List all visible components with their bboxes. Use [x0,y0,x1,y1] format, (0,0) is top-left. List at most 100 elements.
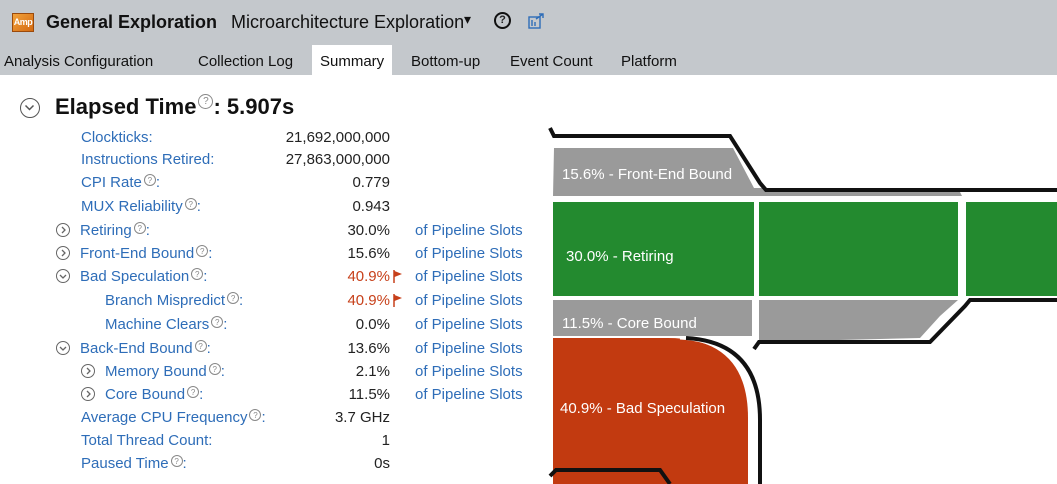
metric-row: Back-End Bound?: 13.6% of Pipeline Slots [0,340,540,360]
metric-unit: of Pipeline Slots [415,316,523,333]
metric-label-branch-mispredict[interactable]: Branch Mispredict?: [105,292,243,309]
help-icon[interactable]: ? [227,292,240,304]
core-bound-segment-right[interactable] [759,300,958,342]
metric-row: Branch Mispredict?: 40.9% of Pipeline Sl… [0,292,540,312]
metric-value: 0.0% [355,316,390,333]
metric-unit: of Pipeline Slots [415,386,523,403]
tab-analysis-configuration[interactable]: Analysis Configuration [4,45,153,75]
metric-row: Memory Bound?: 2.1% of Pipeline Slots [0,363,540,383]
help-icon[interactable]: ? [133,222,146,234]
metric-value: 30.0% [347,222,390,239]
metric-row: Retiring?: 30.0% of Pipeline Slots [0,222,540,242]
expand-icon[interactable] [56,246,70,260]
metric-label-clockticks[interactable]: Clockticks: [81,129,153,146]
help-icon[interactable]: ? [187,386,200,398]
metric-value: 0.943 [352,198,390,215]
metric-value: 0s [374,455,390,472]
help-icon[interactable]: ? [194,340,207,352]
metric-label-average-cpu-frequency[interactable]: Average CPU Frequency?: [81,409,266,426]
help-icon[interactable]: ? [184,198,197,210]
metric-unit: of Pipeline Slots [415,363,523,380]
bad-speculation-label: 40.9% - Bad Speculation [560,400,726,417]
help-icon[interactable]: ? [191,268,204,280]
metric-label-bad-speculation[interactable]: Bad Speculation?: [80,268,207,285]
metric-label-instructions-retired[interactable]: Instructions Retired: [81,151,214,168]
metric-value: 0.779 [352,174,390,191]
help-icon[interactable]: ? [494,12,511,29]
metric-label-memory-bound[interactable]: Memory Bound?: [105,363,225,380]
metric-row: Instructions Retired: 27,863,000,000 [0,151,540,171]
collapse-elapsed-icon[interactable] [20,98,40,118]
metric-value: 21,692,000,000 [285,129,390,146]
metric-value: 15.6% [347,245,390,262]
help-icon[interactable]: ? [196,245,209,257]
expand-icon[interactable] [81,364,95,378]
metric-label-machine-clears[interactable]: Machine Clears?: [105,316,227,333]
analysis-title: General Exploration [46,12,218,32]
flag-icon [393,294,402,307]
collapse-icon[interactable] [56,269,70,283]
help-icon[interactable]: ? [249,409,262,421]
metric-value: 11.5% [348,386,390,403]
metric-unit: of Pipeline Slots [415,268,523,285]
metric-row: MUX Reliability?: 0.943 [0,198,540,218]
tab-bottom-up[interactable]: Bottom-up [411,45,480,75]
pipeline-slots-diagram: 15.6% - Front-End Bound 30.0% - Retiring… [540,120,1057,484]
tab-collection-log[interactable]: Collection Log [198,45,293,75]
metric-value-alert: 40.9% [347,268,390,285]
elapsed-time-heading: Elapsed Time?: 5.907s [55,94,294,120]
metric-label-core-bound[interactable]: Core Bound?: [105,386,203,403]
metric-value: 13.6% [347,340,390,357]
metric-row: Clockticks: 21,692,000,000 [0,129,540,149]
metric-label-back-end-bound[interactable]: Back-End Bound?: [80,340,211,357]
metric-row: Core Bound?: 11.5% of Pipeline Slots [0,386,540,406]
metric-unit: of Pipeline Slots [415,245,523,262]
core-bound-label: 11.5% - Core Bound [562,315,697,332]
collapse-icon[interactable] [56,341,70,355]
retiring-gap [754,196,759,300]
metric-label-paused-time[interactable]: Paused Time?: [81,455,187,472]
tab-bar: Analysis Configuration Collection Log Su… [0,45,1057,76]
help-icon[interactable]: ? [198,94,214,109]
expand-icon[interactable] [56,223,70,237]
metric-unit: of Pipeline Slots [415,340,523,357]
retiring-gap [958,196,966,300]
metric-row: Bad Speculation?: 40.9% of Pipeline Slot… [0,268,540,288]
metric-row: CPI Rate?: 0.779 [0,174,540,194]
export-icon[interactable] [527,12,545,30]
metric-label-front-end-bound[interactable]: Front-End Bound?: [80,245,212,262]
metric-value: 2.1% [355,363,390,380]
metric-label-cpi-rate[interactable]: CPI Rate?: [81,174,160,191]
metric-unit: of Pipeline Slots [415,292,523,309]
metric-row: Total Thread Count: 1 [0,432,540,452]
metric-row: Paused Time?: 0s [0,455,540,475]
help-icon[interactable]: ? [208,363,221,375]
retiring-label: 30.0% - Retiring [566,248,674,265]
elapsed-time-value: 5.907s [226,94,295,119]
help-icon[interactable]: ? [143,174,156,186]
flag-icon [393,270,402,283]
front-end-bound-label: 15.6% - Front-End Bound [562,166,733,183]
metric-row: Average CPU Frequency?: 3.7 GHz [0,409,540,429]
metric-row: Machine Clears?: 0.0% of Pipeline Slots [0,316,540,336]
metric-value: 27,863,000,000 [285,151,390,168]
analysis-type-dropdown[interactable]: Microarchitecture Exploration [231,12,464,33]
metric-value-alert: 40.9% [347,292,390,309]
chevron-down-icon[interactable]: ▾ [464,11,471,28]
metric-label-mux-reliability[interactable]: MUX Reliability?: [81,198,201,215]
metric-unit: of Pipeline Slots [415,222,523,239]
title-bar: Amp General Exploration Microarchitectur… [0,0,1057,45]
help-icon[interactable]: ? [170,455,183,467]
metric-row: Front-End Bound?: 15.6% of Pipeline Slot… [0,245,540,265]
metric-value: 3.7 GHz [334,409,390,426]
tab-platform[interactable]: Platform [621,45,677,75]
expand-icon[interactable] [81,387,95,401]
tab-event-count[interactable]: Event Count [510,45,593,75]
elapsed-time-label: Elapsed Time [55,94,197,119]
metric-label-retiring[interactable]: Retiring?: [80,222,150,239]
help-icon[interactable]: ? [211,316,224,328]
elapsed-time-separator: : [213,94,221,119]
metric-label-total-thread-count[interactable]: Total Thread Count: [81,432,212,449]
metric-value: 1 [381,432,390,449]
tab-summary[interactable]: Summary [312,45,393,76]
